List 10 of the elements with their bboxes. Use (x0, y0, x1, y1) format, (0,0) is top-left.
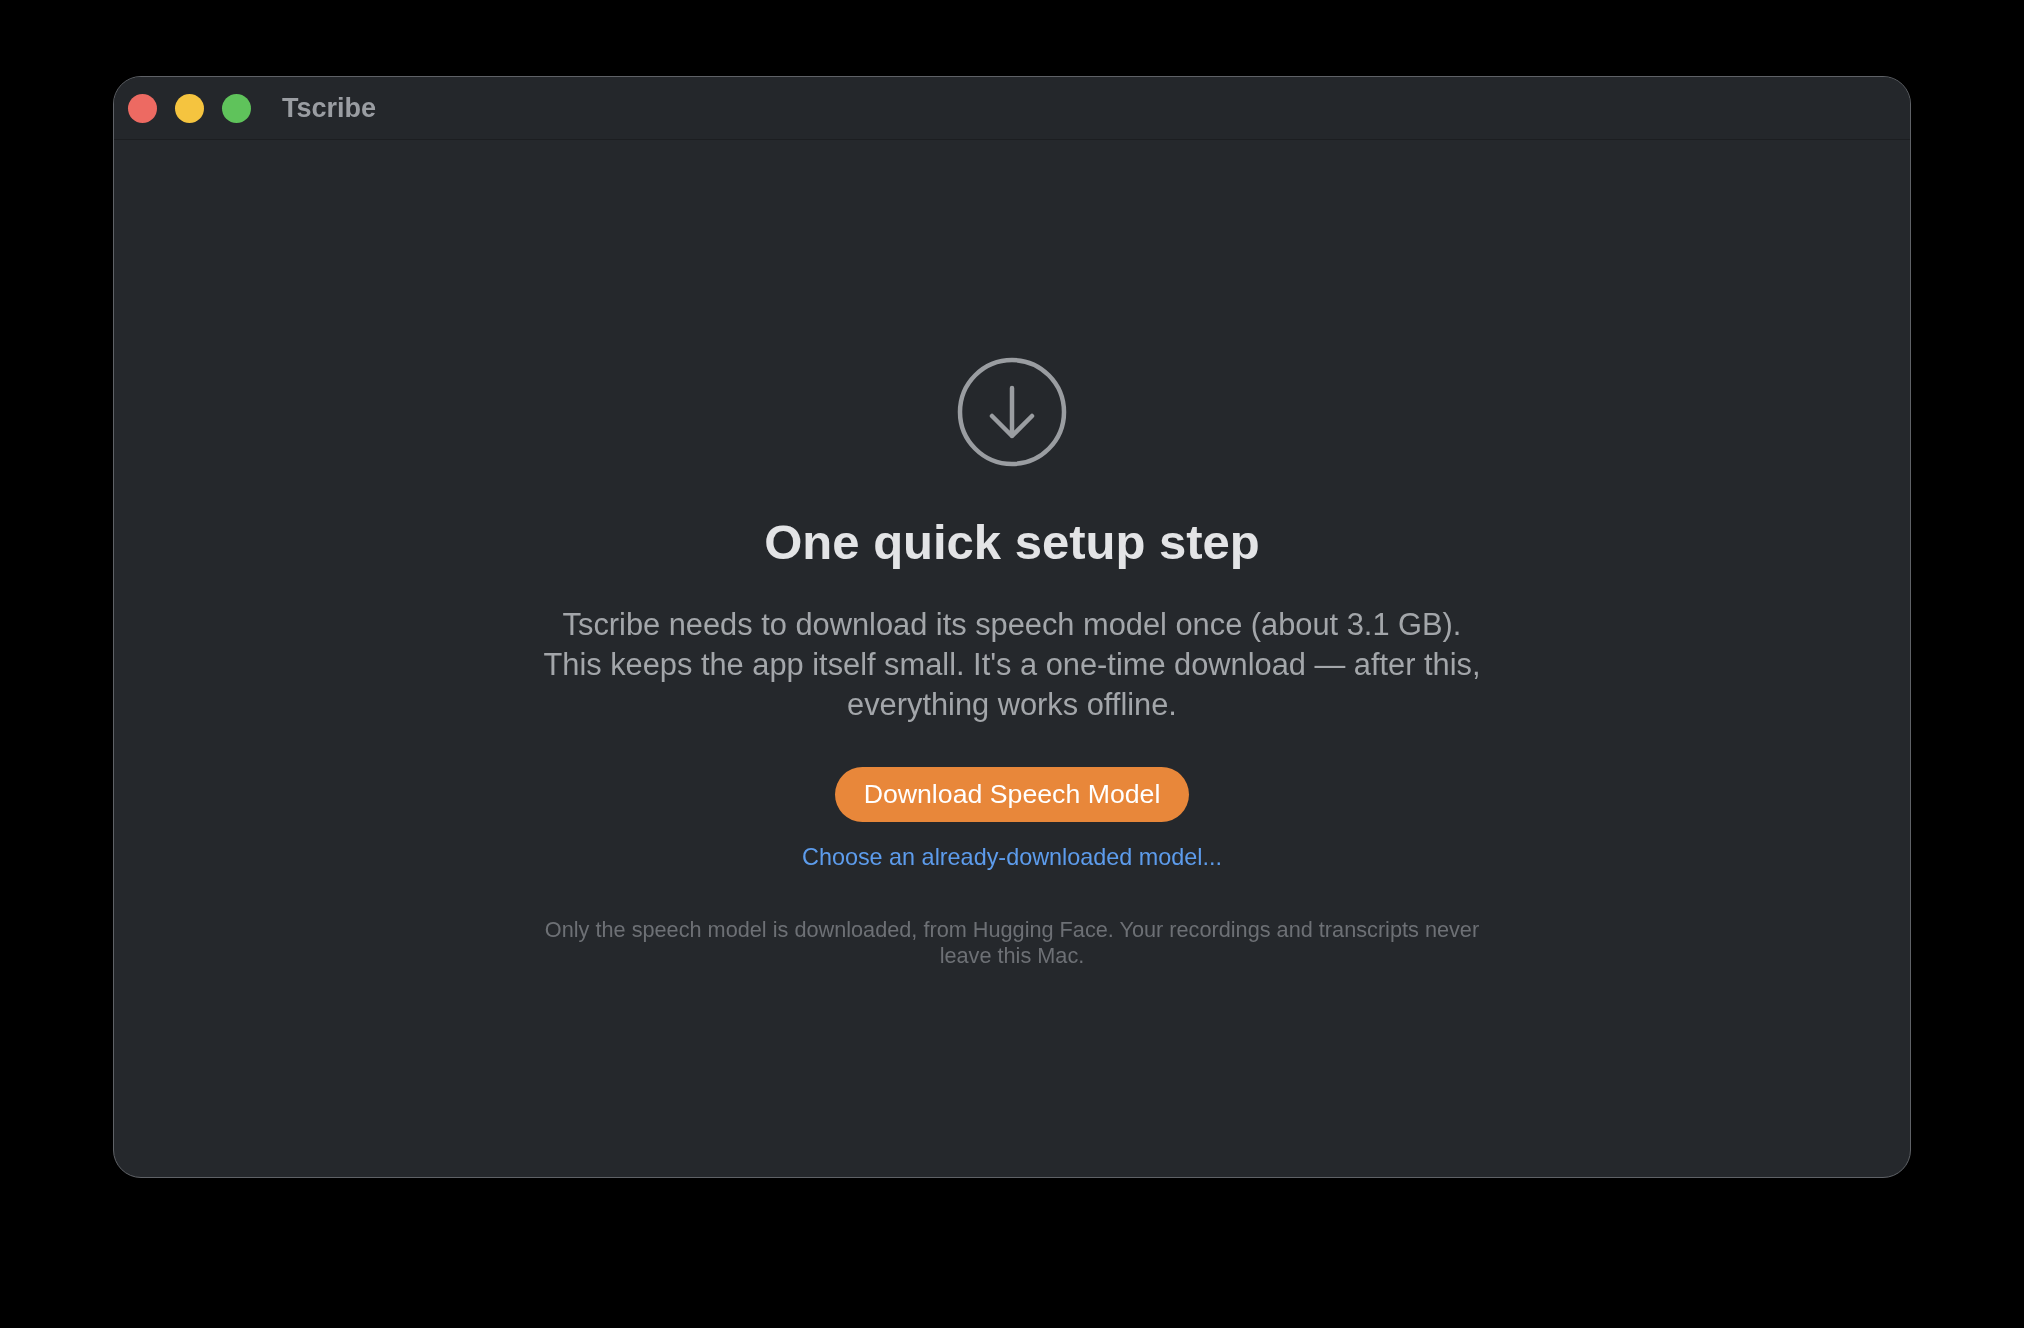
close-button[interactable] (128, 93, 157, 123)
minimize-button[interactable] (175, 93, 204, 123)
zoom-button[interactable] (222, 93, 251, 123)
setup-description: Tscribe needs to download its speech model once (about 3.1 GB). This keeps the app itself small. It's a one-time download — after this, everything works offline. (543, 605, 1481, 724)
privacy-note: Only the speech model is downloaded, from Hugging Face. Your recordings and transcripts never leave this Mac. (544, 916, 1480, 969)
choose-model-link[interactable]: Choose an already-downloaded model... (802, 842, 1222, 871)
setup-heading: One quick setup step (764, 513, 1260, 571)
download-model-button[interactable]: Download Speech Model (834, 766, 1190, 822)
window-title: Tscribe (282, 92, 377, 124)
download-icon (957, 356, 1067, 467)
